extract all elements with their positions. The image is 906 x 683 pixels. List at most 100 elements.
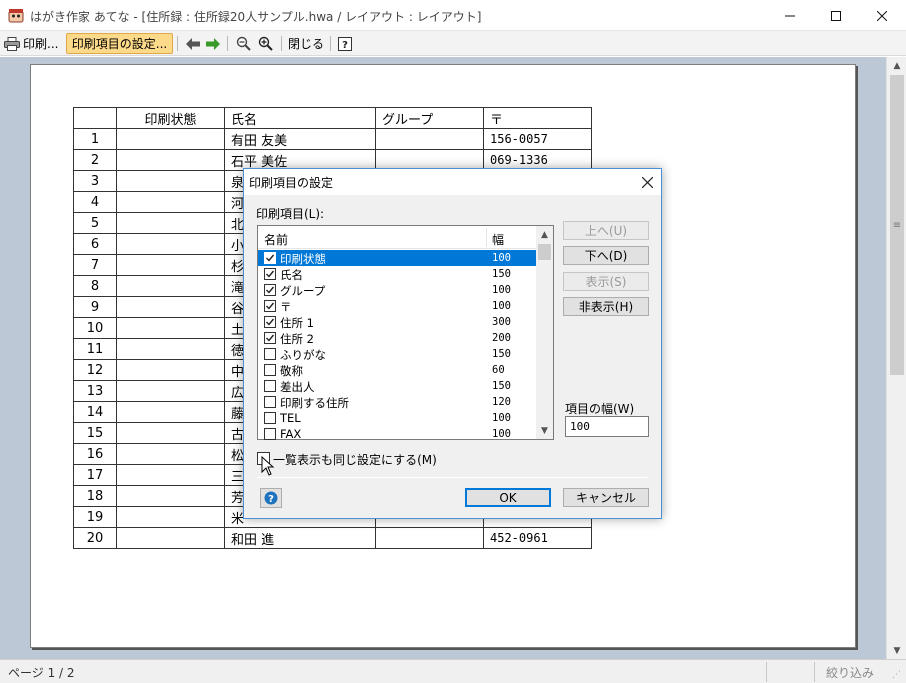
- list-item[interactable]: 敬称 60: [258, 362, 536, 378]
- help-button[interactable]: ?: [336, 33, 354, 54]
- maximize-button[interactable]: [813, 0, 859, 31]
- previous-page-button[interactable]: [184, 33, 202, 54]
- mouse-cursor-icon: [261, 456, 275, 476]
- hide-button[interactable]: 非表示(H): [563, 297, 649, 316]
- list-item-width: 100: [492, 428, 511, 440]
- toolbar-separator: [281, 36, 282, 51]
- list-item[interactable]: 氏名 150: [258, 266, 536, 282]
- list-item[interactable]: 印刷する住所 120: [258, 394, 536, 410]
- toolbar-separator: [330, 36, 331, 51]
- list-item[interactable]: 印刷状態 100: [258, 250, 536, 266]
- cell-print-status: [116, 338, 225, 360]
- checkbox-unchecked-icon[interactable]: [264, 364, 276, 376]
- status-divider: [766, 662, 767, 682]
- checkbox-unchecked-icon[interactable]: [264, 412, 276, 424]
- checkbox-unchecked-icon[interactable]: [264, 348, 276, 360]
- cell-number: 11: [73, 338, 117, 360]
- close-preview-button[interactable]: 閉じる: [287, 33, 325, 54]
- list-scrollbar[interactable]: ▲ ▼: [536, 226, 553, 439]
- list-item-name: 差出人: [280, 380, 315, 394]
- item-width-input[interactable]: 100: [565, 416, 649, 437]
- checkbox-unchecked-icon[interactable]: [264, 380, 276, 392]
- cell-print-status: [116, 191, 225, 213]
- minimize-icon: [785, 15, 795, 16]
- checkbox-checked-icon[interactable]: [264, 300, 276, 312]
- move-down-button[interactable]: 下へ(D): [563, 246, 649, 265]
- header-group: グループ: [375, 107, 484, 129]
- cell-print-status: [116, 212, 225, 234]
- list-item-width: 100: [492, 412, 511, 424]
- minimize-button[interactable]: [767, 0, 813, 31]
- list-item-width: 60: [492, 364, 505, 376]
- window-title: はがき作家 あてな - [住所録 : 住所録20人サンプル.hwa / レイアウ…: [30, 10, 482, 24]
- list-item-width: 100: [492, 284, 511, 296]
- cell-print-status: [116, 527, 225, 549]
- dialog-help-button[interactable]: ?: [260, 488, 282, 508]
- list-item[interactable]: 差出人 150: [258, 378, 536, 394]
- list-item-width: 100: [492, 252, 511, 264]
- cell-number: 19: [73, 506, 117, 528]
- checkbox-unchecked-icon[interactable]: [264, 428, 276, 440]
- zoom-in-button[interactable]: [256, 33, 274, 54]
- table-header-row: 印刷状態 氏名 グループ 〒: [73, 107, 592, 129]
- print-items-dialog: 印刷項目の設定 印刷項目(L): 名前 幅 印刷状態 100 氏名 150 グループ 10…: [243, 168, 662, 519]
- move-up-button[interactable]: 上へ(U): [563, 221, 649, 240]
- column-header-width[interactable]: 幅: [492, 231, 504, 248]
- chevron-up-icon[interactable]: ▲: [536, 226, 553, 243]
- vertical-scrollbar[interactable]: ▲ ≡ ▼: [886, 57, 906, 659]
- list-scroll-thumb[interactable]: [538, 244, 551, 260]
- cell-number: 16: [73, 443, 117, 465]
- print-settings-button[interactable]: 印刷項目の設定...: [66, 33, 173, 54]
- cell-print-status: [116, 359, 225, 381]
- list-item-name: グループ: [280, 284, 326, 298]
- header-zip: 〒: [483, 107, 592, 129]
- arrow-left-icon: [186, 37, 200, 50]
- cell-number: 18: [73, 485, 117, 507]
- printer-icon: [4, 36, 20, 51]
- dialog-title-bar: 印刷項目の設定: [244, 169, 661, 195]
- cell-print-status: [116, 422, 225, 444]
- list-item-name: 住所 1: [280, 316, 314, 330]
- cell-print-status: [116, 149, 225, 171]
- list-item[interactable]: 住所 2 200: [258, 330, 536, 346]
- checkbox-checked-icon[interactable]: [264, 332, 276, 344]
- list-item-name: FAX: [280, 427, 302, 441]
- checkbox-checked-icon[interactable]: [264, 284, 276, 296]
- list-item-name: TEL: [280, 411, 301, 425]
- list-item[interactable]: 〒 100: [258, 298, 536, 314]
- list-item[interactable]: TEL 100: [258, 410, 536, 426]
- column-divider[interactable]: [486, 228, 487, 247]
- cell-print-status: [116, 380, 225, 402]
- zoom-out-button[interactable]: [234, 33, 252, 54]
- checkbox-unchecked-icon[interactable]: [264, 396, 276, 408]
- close-window-button[interactable]: [859, 0, 905, 31]
- ok-button[interactable]: OK: [465, 488, 551, 507]
- show-button[interactable]: 表示(S): [563, 272, 649, 291]
- list-item-width: 100: [492, 300, 511, 312]
- column-header-name[interactable]: 名前: [264, 231, 288, 248]
- print-items-list[interactable]: 名前 幅 印刷状態 100 氏名 150 グループ 100 〒 100 住所 1 300 住所 2 2…: [257, 225, 554, 442]
- list-item[interactable]: 住所 1 300: [258, 314, 536, 330]
- print-button[interactable]: 印刷...: [4, 33, 62, 54]
- list-item[interactable]: FAX 100: [258, 426, 536, 442]
- svg-text:?: ?: [268, 494, 274, 505]
- cell-number: 20: [73, 527, 117, 549]
- cell-number: 1: [73, 128, 117, 150]
- table-row: 20 和田 進 452-0961: [73, 527, 592, 549]
- checkbox-checked-icon[interactable]: [264, 268, 276, 280]
- scroll-down-icon[interactable]: ▼: [887, 642, 906, 659]
- list-item-width: 200: [492, 332, 511, 344]
- scroll-up-icon[interactable]: ▲: [887, 57, 906, 74]
- next-page-button[interactable]: [204, 33, 222, 54]
- cancel-button[interactable]: キャンセル: [563, 488, 649, 507]
- checkbox-checked-icon[interactable]: [264, 252, 276, 264]
- scroll-thumb[interactable]: ≡: [890, 75, 904, 375]
- resize-grip-icon[interactable]: ⋰: [892, 670, 904, 682]
- cell-number: 15: [73, 422, 117, 444]
- checkbox-checked-icon[interactable]: [264, 316, 276, 328]
- dialog-close-button[interactable]: [633, 169, 661, 195]
- list-item[interactable]: ふりがな 150: [258, 346, 536, 362]
- same-setting-label[interactable]: 一覧表示も同じ設定にする(M): [273, 451, 437, 468]
- list-item[interactable]: グループ 100: [258, 282, 536, 298]
- chevron-down-icon[interactable]: ▼: [536, 422, 553, 439]
